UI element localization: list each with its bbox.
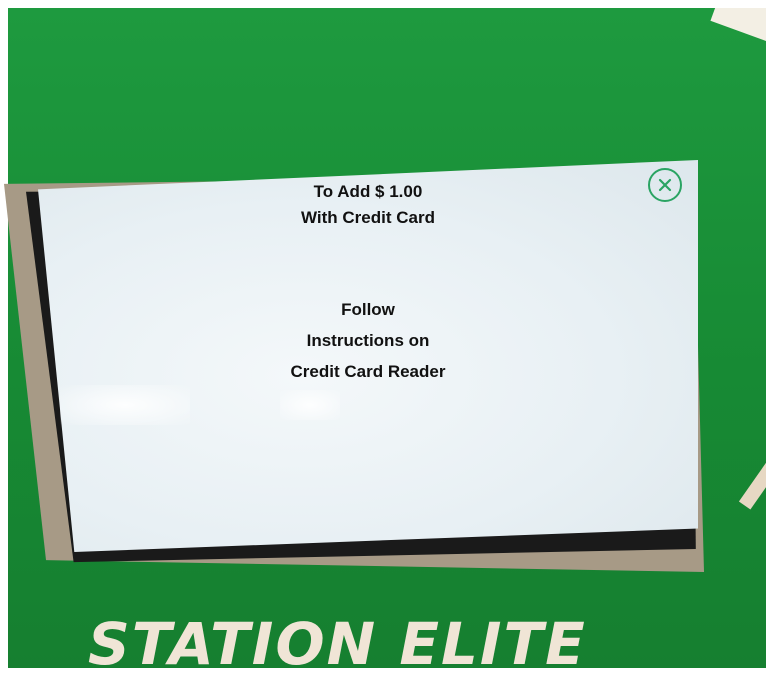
background-wall [710,8,766,52]
instruction-line-2: Instructions on [306,331,430,350]
screen-glare [60,385,190,425]
close-icon [658,178,672,192]
decorative-stripe [738,460,766,510]
amount-text: To Add $ 1.00 [313,182,423,201]
instruction-line-1: Follow [341,300,395,319]
screen-glare [280,390,340,420]
instruction-line-3: Credit Card Reader [290,362,446,381]
payment-method-text: With Credit Card [301,208,435,227]
brand-logo: STATION ELITE [88,610,587,678]
close-button[interactable] [648,168,682,202]
